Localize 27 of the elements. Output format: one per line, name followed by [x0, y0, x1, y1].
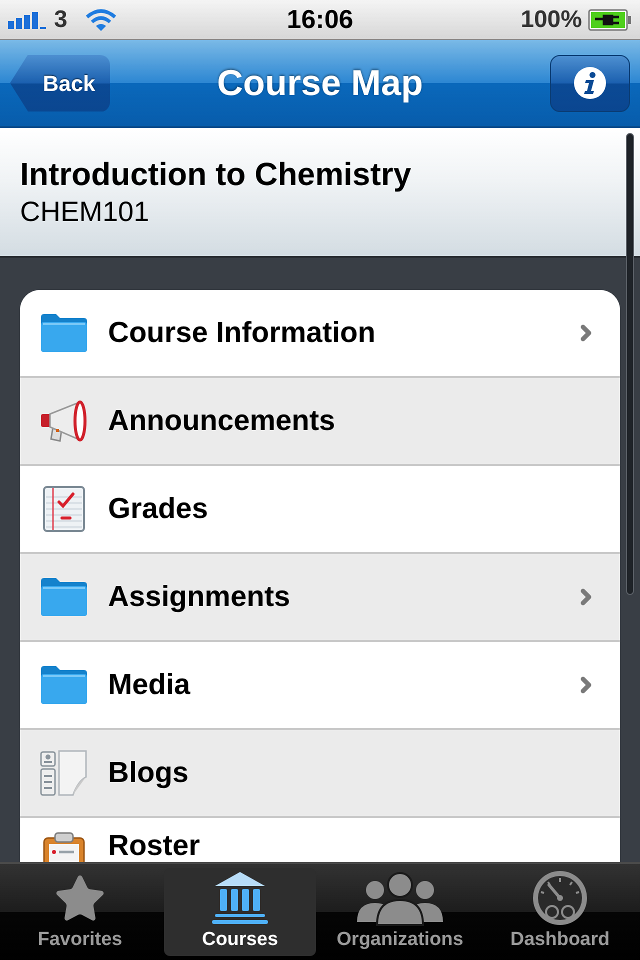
tab[interactable]: Dashboard — [484, 868, 636, 956]
people-icon — [355, 870, 445, 926]
battery-percentage: 100% — [520, 4, 582, 34]
wifi-icon — [85, 8, 118, 32]
menu-item[interactable]: Blogs — [20, 730, 620, 818]
course-code: CHEM101 — [20, 195, 150, 229]
back-button[interactable]: Back — [10, 54, 110, 112]
folder-icon — [40, 577, 88, 617]
folder-icon — [40, 313, 88, 353]
info-icon — [573, 66, 607, 100]
menu-item[interactable]: Course Information — [20, 290, 620, 378]
info-button[interactable] — [550, 54, 630, 112]
institution-icon — [210, 870, 270, 926]
menu-item[interactable]: Announcements — [20, 378, 620, 466]
tab[interactable]: Favorites — [4, 868, 156, 956]
folder-icon — [40, 665, 88, 705]
gauge-icon — [532, 870, 588, 926]
notepad-icon — [40, 485, 88, 533]
page-title: Course Map — [216, 61, 424, 105]
battery-icon — [588, 8, 632, 30]
course-title: Introduction to Chemistry — [20, 155, 412, 194]
document-icon — [40, 749, 88, 797]
signal-icon — [8, 10, 48, 28]
clock-time: 16:06 — [286, 3, 354, 36]
tab[interactable]: Organizations — [324, 868, 476, 956]
carrier-label: 3 — [54, 4, 68, 34]
menu-item[interactable]: Assignments — [20, 554, 620, 642]
